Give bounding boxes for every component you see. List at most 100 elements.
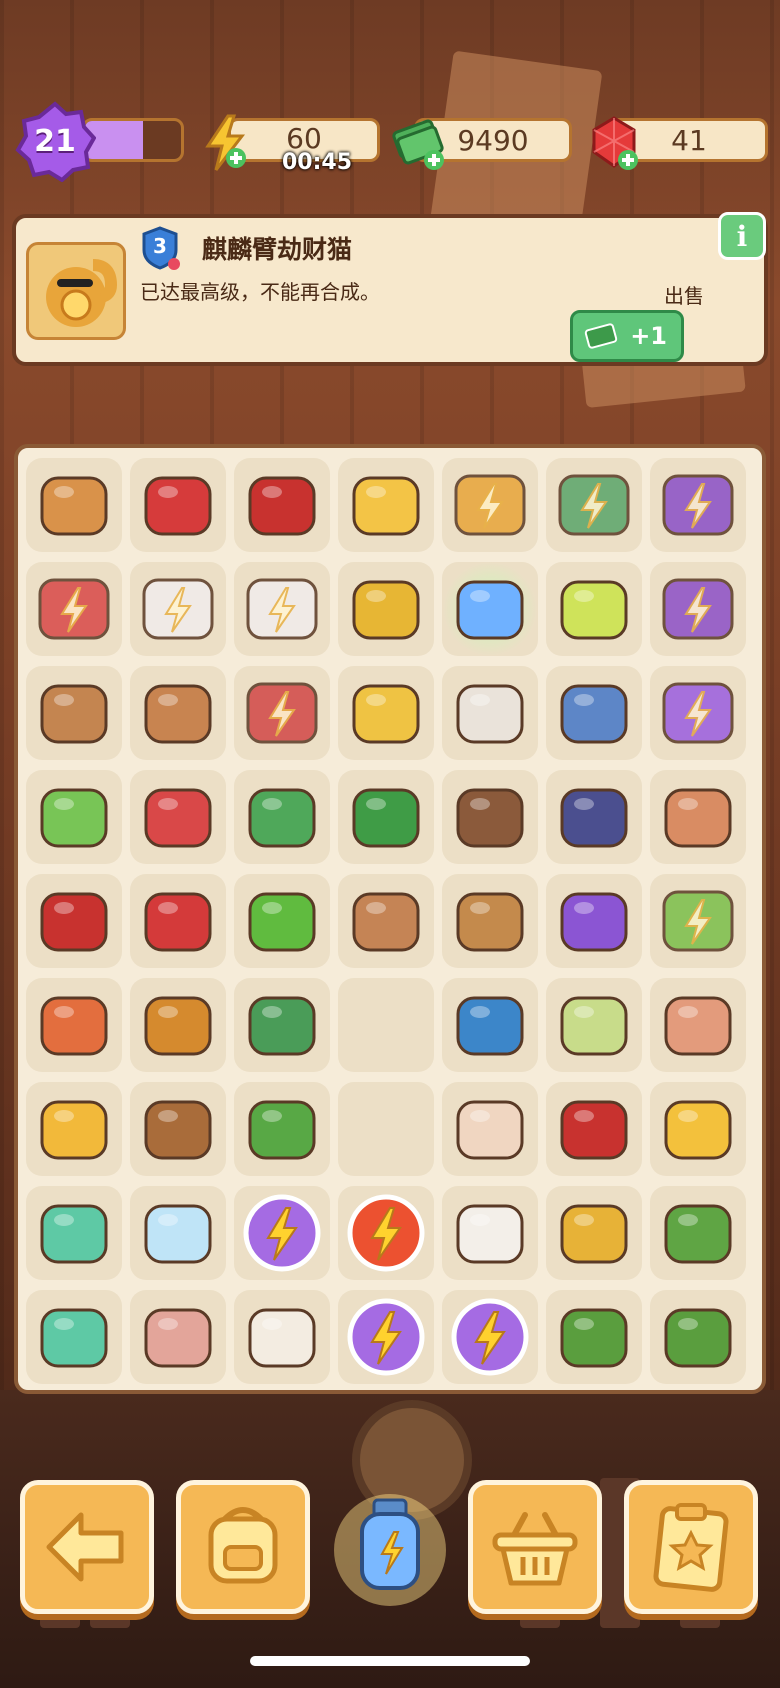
basket-button[interactable] [468,1480,602,1614]
motorcycle-locked-icon [662,474,734,536]
red-box-open-icon [144,476,212,536]
board-cell[interactable] [338,978,434,1072]
bucket-icon [352,476,420,536]
board-cell[interactable] [130,874,226,968]
backpack-button[interactable] [176,1480,310,1614]
board-cell[interactable] [130,1186,226,1280]
leaf-stamp-icon [456,788,524,848]
back-button[interactable] [20,1480,154,1614]
board-cell[interactable] [26,978,122,1072]
info-icon: i [736,219,748,253]
board-cell[interactable] [650,874,746,968]
board-cell[interactable] [26,562,122,656]
info-button[interactable]: i [718,212,766,260]
board-cell[interactable] [234,1290,330,1384]
board-cell[interactable] [26,458,122,552]
board-cell[interactable] [338,562,434,656]
pruning-shears-icon [144,892,212,952]
board-cell[interactable] [234,458,330,552]
energy-bottle-icon [456,580,524,640]
board-cell[interactable] [650,562,746,656]
medkit-icon [40,1308,108,1368]
board-cell[interactable] [338,1082,434,1176]
board-cell[interactable] [130,666,226,760]
clay-pot-broken-icon [40,684,108,744]
board-cell[interactable] [442,1082,538,1176]
board-cell[interactable] [26,1290,122,1384]
board-cell[interactable] [546,1186,642,1280]
energy-bottle-button[interactable] [332,1470,448,1620]
white-machine-locked-icon [142,578,214,640]
board-cell[interactable] [442,562,538,656]
board-cell[interactable] [234,978,330,1072]
board-cell[interactable] [26,770,122,864]
board-cell[interactable] [546,770,642,864]
board-cell[interactable] [546,458,642,552]
board-cell[interactable] [442,666,538,760]
purple-car-locked-icon [662,682,734,744]
board-cell[interactable] [130,562,226,656]
board-cell[interactable] [26,1186,122,1280]
board-cell[interactable] [234,666,330,760]
board-cell[interactable] [650,770,746,864]
board-cell[interactable] [130,978,226,1072]
board-cell[interactable] [442,770,538,864]
board-cell[interactable] [650,978,746,1072]
pink-vase-icon [144,1308,212,1368]
red-machine-locked-icon [38,578,110,640]
board-cell[interactable] [338,458,434,552]
board-cell[interactable] [650,1290,746,1384]
lotion-bottle-icon [560,580,628,640]
vase-ornament-icon [664,788,732,848]
board-cell[interactable] [338,666,434,760]
board-cell[interactable] [650,1082,746,1176]
board-cell[interactable] [26,1082,122,1176]
board-cell[interactable] [130,1290,226,1384]
board-cell[interactable] [338,1186,434,1280]
canned-food-icon [560,1204,628,1264]
board-cell[interactable] [130,1082,226,1176]
board-cell[interactable] [650,458,746,552]
tasks-button[interactable] [624,1480,758,1614]
clay-shard-icon [352,892,420,952]
board-cell[interactable] [546,874,642,968]
board-cell[interactable] [442,978,538,1072]
board-cell[interactable] [234,874,330,968]
board-cell[interactable] [234,770,330,864]
board-cell[interactable] [546,978,642,1072]
board-cell[interactable] [442,458,538,552]
board-cell[interactable] [234,1082,330,1176]
board-cell[interactable] [442,1186,538,1280]
board-cell[interactable] [546,666,642,760]
sell-label: 出售 [664,284,704,308]
board-cell[interactable] [338,874,434,968]
bike-wheels-icon [560,788,628,848]
brush-broom-icon [248,788,316,848]
task-list-icon [653,1503,729,1592]
board-cell[interactable] [650,666,746,760]
gold-bowl-icon [352,684,420,744]
green-dish-icon [248,1100,316,1160]
board-cell[interactable] [546,1290,642,1384]
board-cell[interactable] [546,562,642,656]
winged-machine-locked-icon [246,682,318,744]
white-block-icon [456,1204,524,1264]
board-cell[interactable] [650,1186,746,1280]
board-cell[interactable] [442,1290,538,1384]
gems-value: 41 [671,123,707,157]
sell-button[interactable]: +1 [570,310,684,362]
home-indicator [250,1656,530,1666]
board-cell[interactable] [130,458,226,552]
board-cell[interactable] [546,1082,642,1176]
board-cell[interactable] [442,874,538,968]
board-cell[interactable] [26,666,122,760]
board-cell[interactable] [234,562,330,656]
board-cell[interactable] [130,770,226,864]
board-cell[interactable] [234,1186,330,1280]
board-cell[interactable] [338,1290,434,1384]
board-cell[interactable] [26,874,122,968]
glass-bottle-icon [664,996,732,1056]
energy-orb-purple-icon [243,1194,321,1272]
lucky-cat-locked-icon [454,474,526,536]
board-cell[interactable] [338,770,434,864]
